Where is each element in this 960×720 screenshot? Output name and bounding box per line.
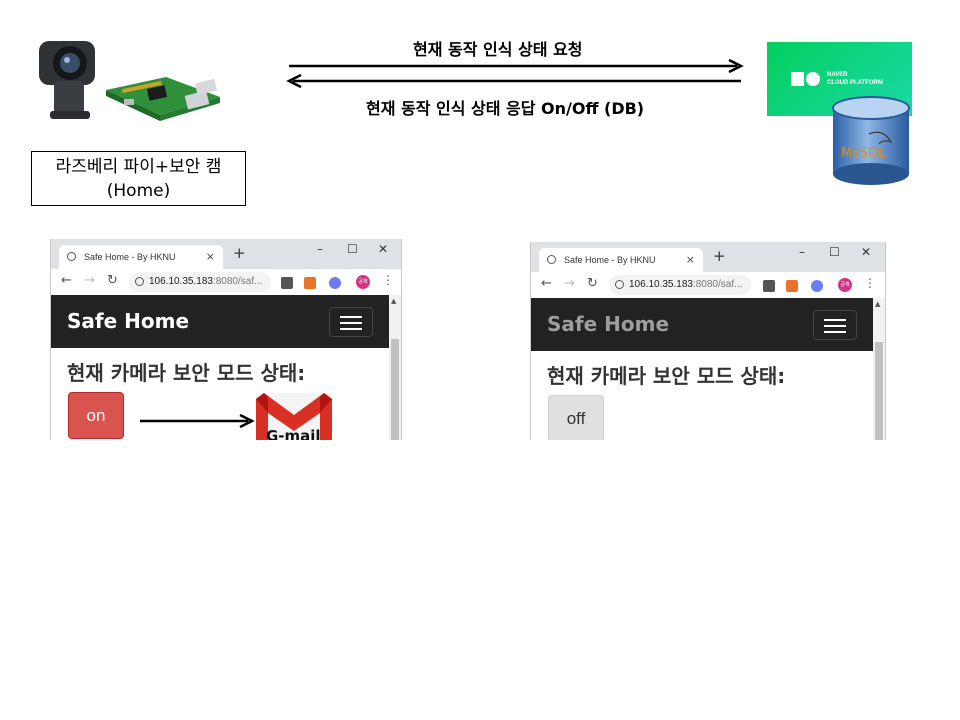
maximize-icon[interactable]: ☐ [829, 245, 840, 259]
device-label-line2: (Home) [106, 181, 171, 201]
extension-icon-1[interactable] [281, 277, 293, 289]
site-navbar: Safe Home [51, 295, 389, 348]
extension-icon-1[interactable] [763, 280, 775, 292]
extension-icon-3[interactable] [329, 277, 341, 289]
mode-off-button[interactable]: off [548, 395, 604, 440]
hamburger-menu-icon[interactable] [813, 310, 857, 340]
back-icon[interactable]: ← [541, 276, 552, 291]
mode-on-button[interactable]: on [68, 392, 124, 439]
tab-strip: Safe Home - By HKNU × + – ☐ ✕ [531, 242, 885, 272]
forward-icon[interactable]: → [564, 276, 575, 291]
site-brand[interactable]: Safe Home [547, 312, 669, 336]
back-icon[interactable]: ← [61, 273, 72, 288]
site-info-icon[interactable] [135, 277, 144, 286]
browser-window-right: Safe Home - By HKNU × + – ☐ ✕ ← → ↻ 106.… [530, 242, 886, 440]
gmail-label: G-mail [266, 427, 321, 440]
naver-brand-text: NAVER [827, 72, 848, 78]
reload-icon[interactable]: ↻ [107, 273, 118, 288]
request-label: 현재 동작 인식 상태 요청 [413, 40, 583, 59]
new-tab-icon[interactable]: + [233, 244, 246, 262]
naver-sub-text: CLOUD PLATFORM [827, 80, 883, 86]
browser-window-left: Safe Home - By HKNU × + – ☐ ✕ ← → ↻ 106.… [50, 239, 402, 440]
scrollbar-thumb[interactable] [875, 342, 883, 440]
hamburger-menu-icon[interactable] [329, 307, 373, 337]
gmail-icon: G-mail [252, 389, 334, 440]
profile-avatar[interactable]: 공책 [356, 275, 370, 289]
browser-toolbar: ← → ↻ 106.10.35.183:8080/saf... 공책 ⋮ [51, 269, 401, 296]
request-arrow [289, 58, 744, 74]
notify-arrow [140, 413, 255, 429]
extension-icon-2[interactable] [786, 280, 798, 292]
address-bar[interactable]: 106.10.35.183:8080/saf... [129, 272, 271, 292]
tab-title: Safe Home - By HKNU [564, 255, 656, 265]
tab-title: Safe Home - By HKNU [84, 252, 176, 262]
forward-icon[interactable]: → [84, 273, 95, 288]
reload-icon[interactable]: ↻ [587, 276, 598, 291]
scroll-up-icon[interactable]: ▲ [391, 297, 396, 305]
response-label: 현재 동작 인식 상태 응답 On/Off (DB) [366, 99, 645, 118]
scroll-up-icon[interactable]: ▲ [875, 300, 880, 308]
extension-icon-2[interactable] [304, 277, 316, 289]
minimize-icon[interactable]: – [799, 245, 805, 259]
site-navbar: Safe Home [531, 298, 873, 351]
url-rest: :8080/saf... [212, 276, 263, 287]
scrollbar[interactable]: ▲ [873, 298, 885, 440]
menu-kebab-icon[interactable]: ⋮ [864, 276, 876, 290]
mysql-database-icon: MySQL [829, 96, 913, 188]
site-brand[interactable]: Safe Home [67, 309, 189, 333]
minimize-icon[interactable]: – [317, 242, 323, 256]
menu-kebab-icon[interactable]: ⋮ [382, 273, 394, 287]
device-label-line1: 라즈베리 파이+보안 캠 [55, 157, 222, 177]
profile-avatar[interactable]: 공책 [838, 278, 852, 292]
mysql-label: MySQL [841, 146, 886, 161]
close-window-icon[interactable]: ✕ [378, 242, 388, 256]
response-arrow [286, 73, 741, 89]
device-label-box: 라즈베리 파이+보안 캠 (Home) [31, 151, 246, 206]
browser-tab[interactable]: Safe Home - By HKNU × [59, 245, 223, 269]
site-info-icon[interactable] [615, 280, 624, 289]
url-host: 106.10.35.183 [629, 279, 693, 290]
browser-toolbar: ← → ↻ 106.10.35.183:8080/saf... 공책 ⋮ [531, 272, 885, 299]
security-mode-heading: 현재 카메라 보안 모드 상태: [67, 361, 306, 385]
close-window-icon[interactable]: ✕ [861, 245, 871, 259]
tab-close-icon[interactable]: × [686, 248, 695, 272]
url-host: 106.10.35.183 [149, 276, 213, 287]
maximize-icon[interactable]: ☐ [347, 242, 358, 256]
extension-icon-3[interactable] [811, 280, 823, 292]
scrollbar[interactable]: ▲ [389, 295, 401, 440]
scrollbar-thumb[interactable] [391, 339, 399, 440]
address-bar[interactable]: 106.10.35.183:8080/saf... [609, 275, 751, 295]
raspberry-camera-image [36, 35, 226, 135]
url-rest: :8080/saf... [692, 279, 743, 290]
tab-strip: Safe Home - By HKNU × + – ☐ ✕ [51, 239, 401, 269]
security-mode-heading: 현재 카메라 보안 모드 상태: [547, 364, 786, 388]
new-tab-icon[interactable]: + [713, 247, 726, 265]
globe-icon [547, 255, 556, 264]
browser-tab[interactable]: Safe Home - By HKNU × [539, 248, 703, 272]
tab-close-icon[interactable]: × [206, 245, 215, 269]
globe-icon [67, 252, 76, 261]
